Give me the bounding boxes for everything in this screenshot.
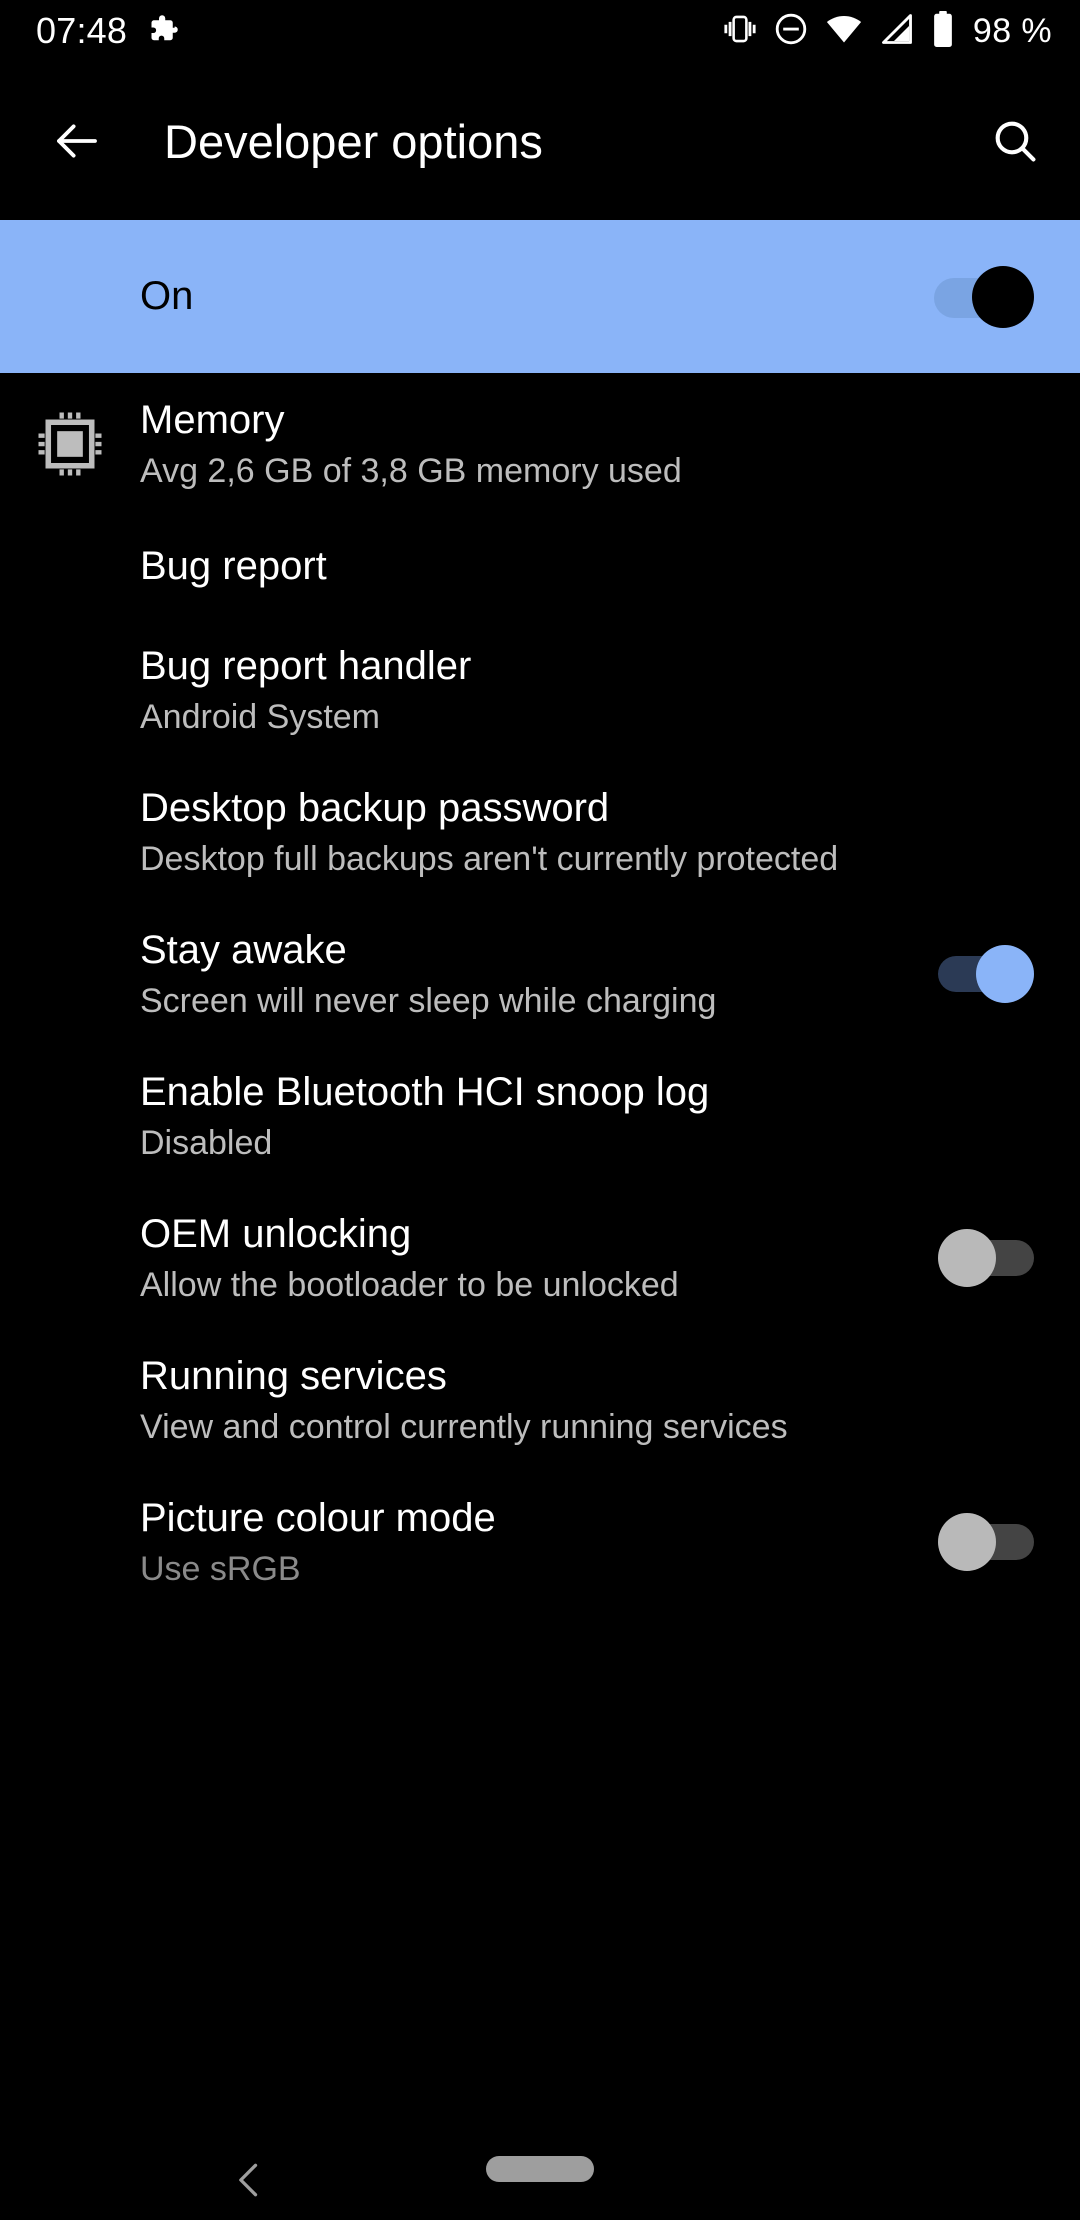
- list-item-subtitle: Use sRGB: [140, 1549, 301, 1588]
- master-switch-toggle[interactable]: [934, 265, 1034, 328]
- wifi-icon: [825, 10, 863, 53]
- list-item-subtitle: Screen will never sleep while charging: [140, 981, 717, 1020]
- list-item-title: Picture colour mode: [140, 1495, 496, 1540]
- list-item-text: Enable Bluetooth HCI snoop log Disabled: [140, 1069, 1034, 1164]
- list-item-subtitle: Android System: [140, 697, 380, 736]
- list-item-text: Stay awake Screen will never sleep while…: [140, 927, 918, 1022]
- list-item-text: Bug report: [140, 543, 1034, 590]
- search-button[interactable]: [978, 104, 1052, 178]
- list-item-stay-awake[interactable]: Stay awake Screen will never sleep while…: [0, 903, 1080, 1045]
- chevron-back-icon: [239, 2163, 258, 2197]
- do-not-disturb-icon: [773, 11, 809, 52]
- battery-percent-label: 98 %: [972, 12, 1052, 50]
- arrow-back-icon: [57, 124, 97, 158]
- list-item-title: Memory: [140, 397, 285, 442]
- back-button[interactable]: [40, 104, 114, 178]
- list-item-text: OEM unlocking Allow the bootloader to be…: [140, 1211, 918, 1306]
- list-item-title: Desktop backup password: [140, 785, 610, 830]
- list-item-title: Enable Bluetooth HCI snoop log: [140, 1069, 710, 1114]
- list-item-memory[interactable]: Memory Avg 2,6 GB of 3,8 GB memory used: [0, 373, 1080, 515]
- status-bar-right: 98 %: [723, 10, 1052, 53]
- page-title: Developer options: [164, 114, 543, 168]
- list-item-control[interactable]: [938, 945, 1034, 1003]
- oem-unlocking-switch[interactable]: [938, 1229, 1034, 1287]
- list-item-desktop-backup-password[interactable]: Desktop backup password Desktop full bac…: [0, 761, 1080, 903]
- memory-chip-icon: [0, 409, 140, 479]
- list-item-subtitle: View and control currently running servi…: [140, 1407, 788, 1446]
- developer-options-master-banner[interactable]: On: [0, 220, 1080, 373]
- master-switch-thumb: [972, 265, 1034, 328]
- nav-back-button[interactable]: [222, 2152, 278, 2208]
- app-bar: Developer options: [0, 62, 1080, 220]
- picture-colour-mode-switch[interactable]: [938, 1513, 1034, 1571]
- list-item-bluetooth-hci-snoop-log[interactable]: Enable Bluetooth HCI snoop log Disabled: [0, 1045, 1080, 1187]
- list-item-text: Bug report handler Android System: [140, 643, 1034, 738]
- vibrate-icon: [723, 12, 757, 51]
- list-item-oem-unlocking[interactable]: OEM unlocking Allow the bootloader to be…: [0, 1187, 1080, 1329]
- list-item-control[interactable]: [938, 1229, 1034, 1287]
- list-item-text: Running services View and control curren…: [140, 1353, 1034, 1448]
- list-item-title: OEM unlocking: [140, 1211, 412, 1256]
- list-item-subtitle: Allow the bootloader to be unlocked: [140, 1265, 679, 1304]
- list-item-bug-report[interactable]: Bug report: [0, 515, 1080, 619]
- list-item-picture-colour-mode[interactable]: Picture colour mode Use sRGB: [0, 1471, 1080, 1613]
- battery-icon: [931, 10, 955, 53]
- list-item-subtitle: Disabled: [140, 1123, 273, 1162]
- list-item-subtitle: Desktop full backups aren't currently pr…: [140, 839, 839, 878]
- status-bar: 07:48 98 %: [0, 0, 1080, 62]
- list-item-title: Bug report: [140, 544, 327, 589]
- list-item-title: Running services: [140, 1353, 447, 1398]
- status-bar-left: 07:48: [36, 13, 179, 49]
- list-item-title: Bug report handler: [140, 643, 472, 688]
- master-switch-label: On: [140, 274, 194, 318]
- list-item-title: Stay awake: [140, 927, 347, 972]
- list-item-running-services[interactable]: Running services View and control curren…: [0, 1329, 1080, 1471]
- stay-awake-switch[interactable]: [938, 945, 1034, 1003]
- list-item-text: Picture colour mode Use sRGB: [140, 1495, 918, 1590]
- list-item-text: Memory Avg 2,6 GB of 3,8 GB memory used: [140, 397, 1034, 492]
- list-item-subtitle: Avg 2,6 GB of 3,8 GB memory used: [140, 451, 682, 490]
- device-screen: 07:48 98 % Developer options On Memory A…: [0, 0, 1080, 2220]
- switch-thumb: [938, 1229, 996, 1287]
- list-item-bug-report-handler[interactable]: Bug report handler Android System: [0, 619, 1080, 761]
- status-clock: 07:48: [36, 10, 128, 51]
- switch-thumb: [938, 1513, 996, 1571]
- list-item-control[interactable]: [938, 1513, 1034, 1571]
- home-gesture-pill[interactable]: [486, 2156, 594, 2182]
- switch-thumb: [976, 945, 1034, 1003]
- list-item-text: Desktop backup password Desktop full bac…: [140, 785, 1034, 880]
- puzzle-piece-icon: [149, 14, 179, 49]
- search-icon: [995, 121, 1036, 162]
- cellular-signal-icon: [879, 11, 915, 52]
- system-navigation-bar: [0, 2134, 1080, 2220]
